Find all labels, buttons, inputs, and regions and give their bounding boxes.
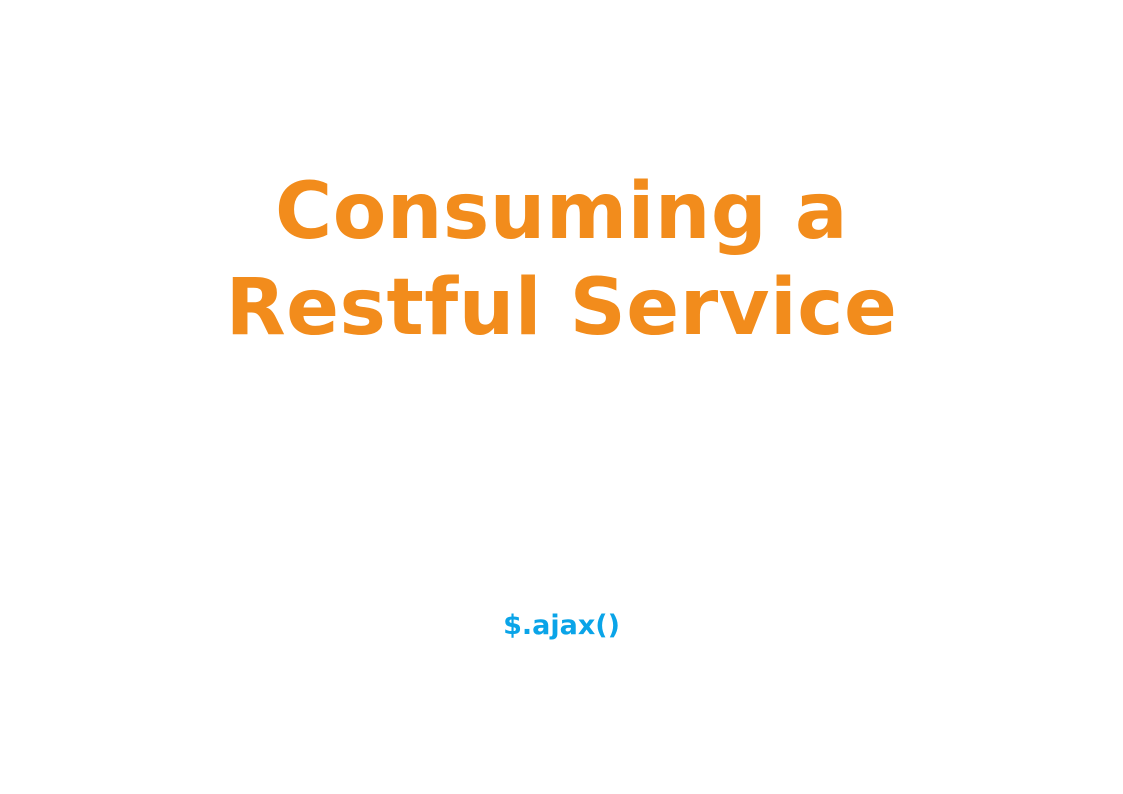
slide: Consuming a Restful Service $.ajax() (0, 0, 1123, 794)
slide-subtitle: $.ajax() (503, 610, 620, 641)
slide-title: Consuming a Restful Service (0, 164, 1123, 356)
slide-title-line-1: Consuming a (275, 167, 848, 257)
slide-title-line-2: Restful Service (225, 263, 898, 353)
